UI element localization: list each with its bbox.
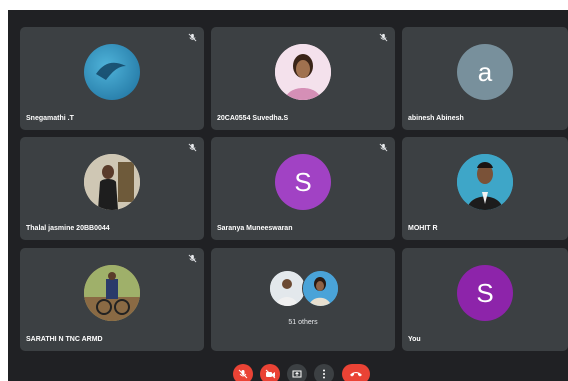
avatar-photo (84, 44, 140, 100)
avatar-photo (84, 265, 140, 321)
avatar-letter: a (457, 44, 513, 100)
more-options-icon (323, 369, 325, 379)
participant-tile-suvedha[interactable]: 20CA0554 Suvedha.S (211, 27, 395, 130)
call-controls-bar (8, 363, 568, 381)
participant-name: 20CA0554 Suvedha.S (217, 115, 289, 122)
participant-tile-abinesh[interactable]: a abinesh Abinesh (402, 27, 568, 130)
participant-name: MOHIT R (408, 225, 438, 232)
avatar-letter: S (457, 265, 513, 321)
more-options-button[interactable] (314, 364, 334, 381)
participant-tile-saranya[interactable]: S Saranya Muneeswaran (211, 137, 395, 240)
others-count-label: 51 others (288, 319, 318, 326)
others-tile[interactable]: 51 others (211, 248, 395, 351)
others-avatars (269, 270, 343, 307)
participant-tile-mohit[interactable]: MOHIT R (402, 137, 568, 240)
avatar-photo (457, 154, 513, 210)
participant-name: Snegamathi .T (26, 115, 74, 122)
avatar-photo (275, 44, 331, 100)
mic-muted-icon (379, 143, 388, 152)
avatar-photo (269, 270, 306, 307)
participant-tile-sarathi[interactable]: SARATHI N TNC ARMD (20, 248, 204, 351)
avatar-letter: S (275, 154, 331, 210)
present-button[interactable] (287, 364, 307, 381)
mic-toggle-button[interactable] (233, 364, 253, 381)
participant-name: You (408, 336, 421, 343)
end-call-icon (350, 372, 362, 377)
mic-muted-icon (379, 33, 388, 42)
mic-muted-icon (188, 254, 197, 263)
avatar-photo (302, 270, 339, 307)
camera-off-icon (265, 369, 275, 379)
mic-muted-icon (188, 33, 197, 42)
participant-name: Thalal jasmine 20BB0044 (26, 225, 110, 232)
camera-toggle-button[interactable] (260, 364, 280, 381)
participant-name: SARATHI N TNC ARMD (26, 336, 103, 343)
meeting-grid: Snegamathi .T 20CA0554 Suvedha.S a abine… (8, 10, 568, 381)
participant-tile-thalal[interactable]: Thalal jasmine 20BB0044 (20, 137, 204, 240)
participant-tile-you[interactable]: S You (402, 248, 568, 351)
mic-muted-icon (188, 143, 197, 152)
leave-call-button[interactable] (342, 364, 370, 381)
avatar-photo (84, 154, 140, 210)
present-screen-icon (292, 370, 302, 378)
mic-off-icon (238, 369, 248, 379)
participant-name: abinesh Abinesh (408, 115, 464, 122)
participant-tile-snegamathi[interactable]: Snegamathi .T (20, 27, 204, 130)
participant-name: Saranya Muneeswaran (217, 225, 293, 232)
